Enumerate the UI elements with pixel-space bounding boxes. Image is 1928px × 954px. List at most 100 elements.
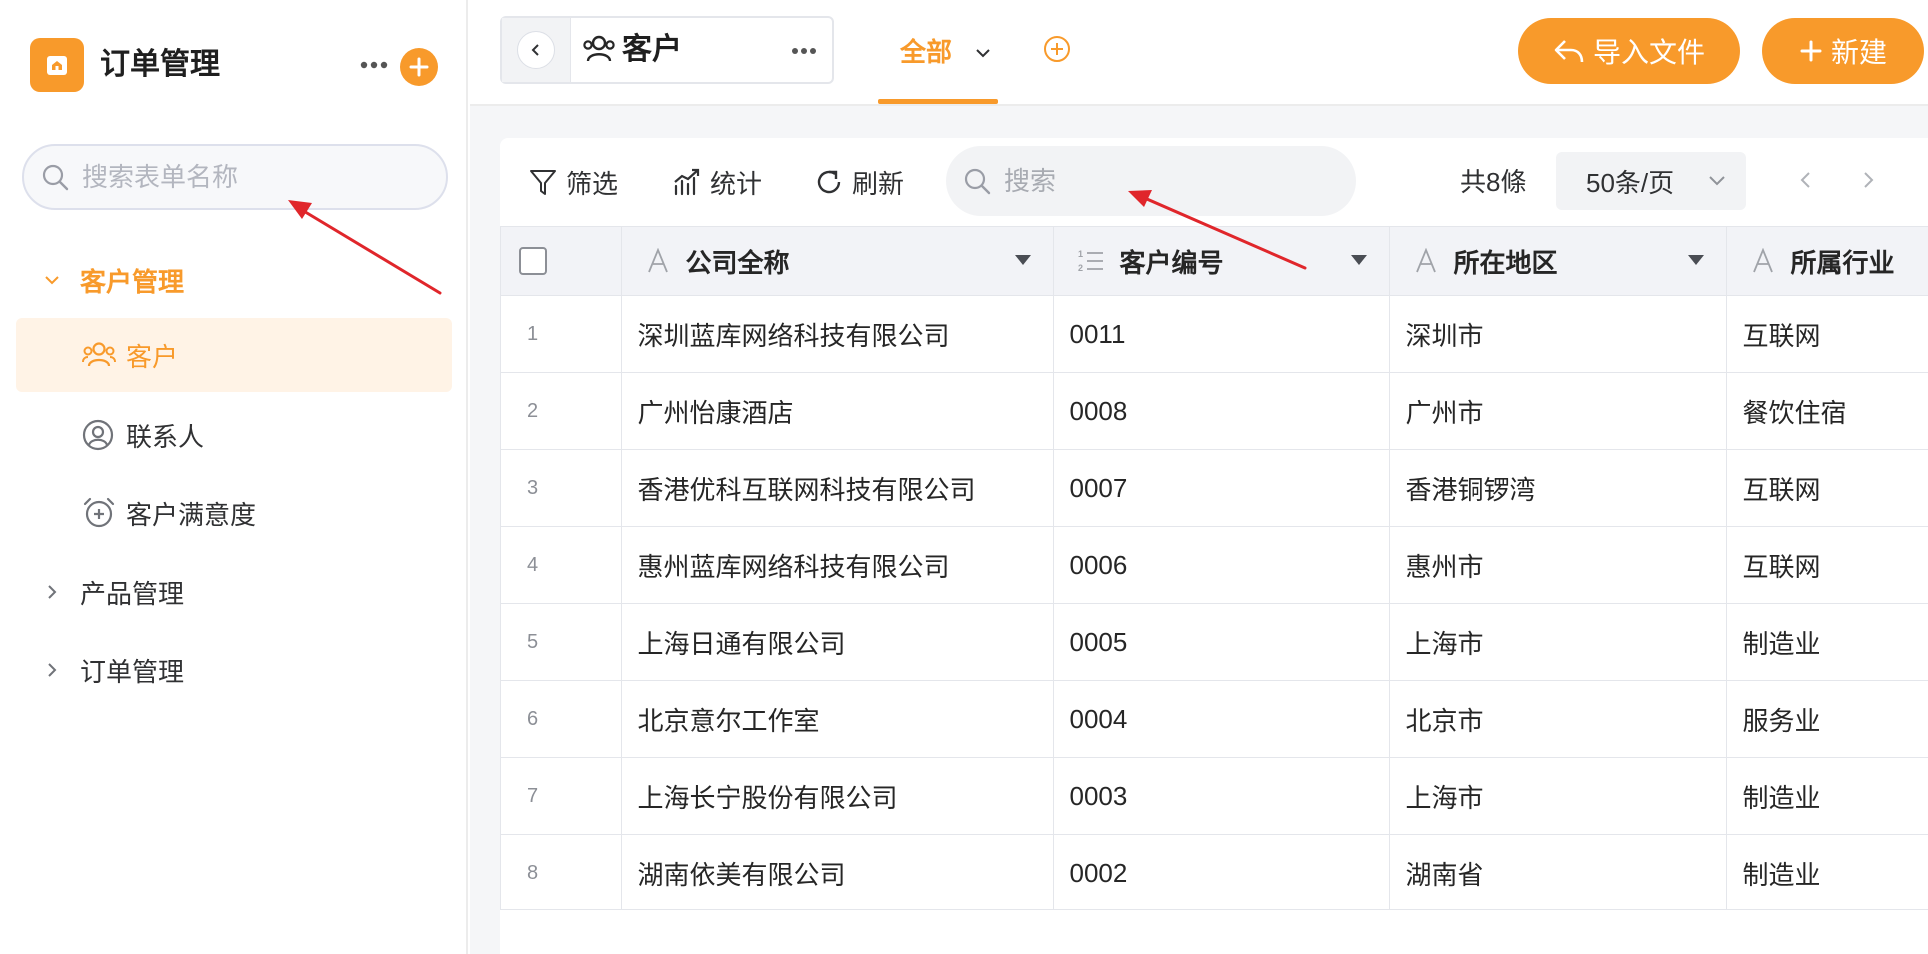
- column-header-code[interactable]: 1 2 客户编号: [1053, 227, 1390, 296]
- record-search-input[interactable]: [1002, 164, 1326, 198]
- new-record-button[interactable]: 新建: [1762, 18, 1924, 84]
- import-file-button[interactable]: 导入文件: [1518, 18, 1740, 84]
- cell-industry[interactable]: 互联网: [1726, 295, 1928, 373]
- statistics-label: 统计: [710, 168, 763, 199]
- sidebar-item-satisfaction[interactable]: 客户满意度: [16, 476, 452, 550]
- cell-region[interactable]: 北京市: [1389, 680, 1727, 758]
- text-type-icon: [1751, 248, 1775, 274]
- text-type-icon: [1414, 248, 1438, 274]
- table-header-row: 公司全称 1 2 客户编号 所在地区 所属行业: [501, 227, 1928, 296]
- column-header-industry[interactable]: 所属行业: [1726, 227, 1928, 296]
- cell-region[interactable]: 香港铜锣湾: [1389, 449, 1727, 527]
- cell-company[interactable]: 惠州蓝库网络科技有限公司: [621, 526, 1054, 604]
- nav-group-label: 订单管理: [80, 656, 185, 687]
- table-row[interactable]: 3 香港优科互联网科技有限公司 0007 香港铜锣湾 互联网: [501, 449, 1928, 527]
- back-button[interactable]: [502, 18, 571, 82]
- cell-code[interactable]: 0003: [1053, 757, 1390, 835]
- table-row[interactable]: 5 上海日通有限公司 0005 上海市 制造业: [501, 603, 1928, 681]
- cell-company[interactable]: 北京意尔工作室: [621, 680, 1054, 758]
- record-search-box[interactable]: [946, 146, 1356, 216]
- cell-code[interactable]: 0011: [1053, 295, 1390, 373]
- sidebar-item-label: 客户: [126, 341, 179, 372]
- data-table: 公司全称 1 2 客户编号 所在地区 所属行业 1 深圳蓝库网络科技有限公司 0…: [500, 226, 1928, 910]
- sidebar-item-label: 客户满意度: [126, 499, 257, 530]
- cell-industry[interactable]: 互联网: [1726, 449, 1928, 527]
- cell-region[interactable]: 上海市: [1389, 603, 1727, 681]
- refresh-icon: [817, 170, 841, 194]
- nav-group-label: 产品管理: [80, 578, 185, 609]
- refresh-button[interactable]: 刷新: [814, 160, 904, 204]
- numbered-list-icon: 1 2: [1078, 248, 1104, 274]
- cell-code[interactable]: 0008: [1053, 372, 1390, 450]
- app-logo-icon: [30, 38, 84, 92]
- page-size-select[interactable]: 50条/页: [1556, 152, 1746, 210]
- cell-code[interactable]: 0002: [1053, 834, 1390, 909]
- sidebar-item-contacts[interactable]: 联系人: [16, 398, 452, 472]
- column-header-company[interactable]: 公司全称: [621, 227, 1054, 296]
- cell-company[interactable]: 香港优科互联网科技有限公司: [621, 449, 1054, 527]
- new-record-label: 新建: [1830, 37, 1887, 68]
- filter-button[interactable]: 筛选: [528, 160, 618, 204]
- cell-industry[interactable]: 制造业: [1726, 603, 1928, 681]
- table-row[interactable]: 1 深圳蓝库网络科技有限公司 0011 深圳市 互联网: [501, 295, 1928, 373]
- cell-industry[interactable]: 服务业: [1726, 680, 1928, 758]
- cell-industry[interactable]: 互联网: [1726, 526, 1928, 604]
- cell-company[interactable]: 深圳蓝库网络科技有限公司: [621, 295, 1054, 373]
- cell-company[interactable]: 广州怡康酒店: [621, 372, 1054, 450]
- view-title: 客户: [622, 33, 682, 66]
- column-header-region[interactable]: 所在地区: [1389, 227, 1727, 296]
- sidebar-item-label: 联系人: [126, 421, 205, 452]
- tab-all[interactable]: 全部: [878, 0, 998, 104]
- add-form-button[interactable]: [400, 48, 438, 86]
- form-search-input[interactable]: [80, 160, 424, 194]
- cell-industry[interactable]: 制造业: [1726, 757, 1928, 835]
- text-type-icon: [646, 248, 670, 274]
- cell-region[interactable]: 上海市: [1389, 757, 1727, 835]
- select-all-checkbox[interactable]: [519, 247, 547, 275]
- caret-down-icon[interactable]: [1350, 255, 1367, 265]
- cell-region[interactable]: 惠州市: [1389, 526, 1727, 604]
- chevron-right-icon: [42, 582, 62, 602]
- nav-group-customer-management[interactable]: 客户管理: [0, 250, 468, 310]
- row-number: 3: [501, 449, 622, 527]
- cell-code[interactable]: 0004: [1053, 680, 1390, 758]
- cell-code[interactable]: 0006: [1053, 526, 1390, 604]
- cell-code[interactable]: 0005: [1053, 603, 1390, 681]
- sidebar-item-customer[interactable]: 客户: [16, 318, 452, 392]
- users-icon: [582, 35, 616, 63]
- table-row[interactable]: 6 北京意尔工作室 0004 北京市 服务业: [501, 680, 1928, 758]
- cell-company[interactable]: 湖南依美有限公司: [621, 834, 1054, 909]
- caret-down-icon[interactable]: [1014, 255, 1031, 265]
- add-view-icon[interactable]: [1042, 34, 1072, 64]
- nav-group-order-management[interactable]: 订单管理: [0, 640, 468, 700]
- nav-group-product-management[interactable]: 产品管理: [0, 562, 468, 622]
- table-row[interactable]: 7 上海长宁股份有限公司 0003 上海市 制造业: [501, 757, 1928, 835]
- table-row[interactable]: 4 惠州蓝库网络科技有限公司 0006 惠州市 互联网: [501, 526, 1928, 604]
- cell-code[interactable]: 0007: [1053, 449, 1390, 527]
- select-all-cell: [501, 227, 622, 296]
- cell-industry[interactable]: 餐饮住宿: [1726, 372, 1928, 450]
- cell-industry[interactable]: 制造业: [1726, 834, 1928, 909]
- cell-region[interactable]: 深圳市: [1389, 295, 1727, 373]
- statistics-icon: [674, 168, 700, 196]
- more-options-icon[interactable]: [356, 50, 392, 80]
- top-bar: 客户 全部 导入文件 新建: [470, 0, 1928, 106]
- alarm-plus-icon: [82, 496, 116, 530]
- previous-page-icon[interactable]: [1794, 168, 1818, 192]
- chevron-left-icon: [531, 44, 539, 56]
- page-size-label: 50条/页: [1586, 167, 1675, 198]
- table-row[interactable]: 2 广州怡康酒店 0008 广州市 餐饮住宿: [501, 372, 1928, 450]
- chevron-down-icon: [974, 44, 992, 62]
- statistics-button[interactable]: 统计: [672, 160, 762, 204]
- cell-region[interactable]: 广州市: [1389, 372, 1727, 450]
- cell-company[interactable]: 上海长宁股份有限公司: [621, 757, 1054, 835]
- next-page-icon[interactable]: [1856, 168, 1880, 192]
- caret-down-icon[interactable]: [1687, 255, 1704, 265]
- column-label: 所属行业: [1790, 247, 1895, 278]
- record-count: 共8條: [1460, 167, 1527, 197]
- cell-region[interactable]: 湖南省: [1389, 834, 1727, 909]
- table-row[interactable]: 8 湖南依美有限公司 0002 湖南省 制造业: [501, 834, 1928, 909]
- more-options-icon[interactable]: [786, 36, 822, 66]
- form-search-box[interactable]: [22, 144, 448, 210]
- cell-company[interactable]: 上海日通有限公司: [621, 603, 1054, 681]
